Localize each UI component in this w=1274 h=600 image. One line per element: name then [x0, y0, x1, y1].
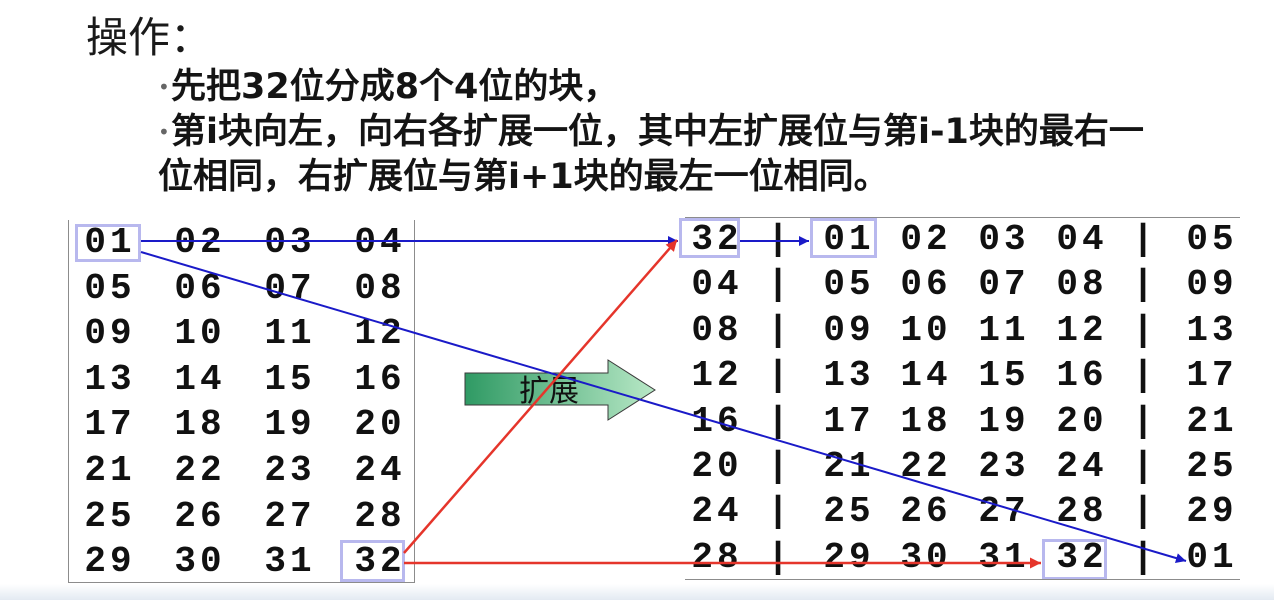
block-bit-cell: 01: [823, 219, 875, 260]
input-bit-cell: 17: [84, 404, 136, 446]
bullet-text: 第i块向左，向右各扩展一位，其中左扩展位与第i-1块的最右一: [171, 112, 1144, 152]
bullet-glyph: •: [158, 120, 170, 144]
block-separator: |: [767, 309, 793, 351]
block-bit-cell: 31: [978, 536, 1030, 578]
block-bit-cell: 27: [978, 491, 1030, 533]
input-bit-cell: 18: [174, 404, 226, 446]
expansion-bit-cell: 29: [1186, 491, 1238, 533]
wrap-arrow-line-red: [403, 239, 678, 554]
bullet-text: 位相同，右扩展位与第i+1块的最左一位相同。: [158, 157, 889, 197]
input-bit-cell: 08: [354, 267, 406, 309]
block-bit-cell: 07: [978, 264, 1030, 306]
block-bit-cell: 11: [978, 309, 1030, 351]
input-bit-cell: 09: [84, 313, 136, 355]
input-bit-cell: 31: [264, 541, 316, 583]
bullet-item: •第i块向左，向右各扩展一位，其中左扩展位与第i-1块的最右一: [158, 110, 1268, 155]
block-bit-cell: 14: [900, 355, 952, 397]
input-bit-cell: 06: [174, 267, 226, 309]
bullet-continuation-line: 位相同，右扩展位与第i+1块的最左一位相同。: [158, 155, 1268, 200]
expansion-bit-cell: 21: [1186, 400, 1238, 442]
input-bit-cell: 32: [354, 541, 406, 583]
block-separator: |: [767, 446, 793, 487]
block-bit-cell: 09: [823, 309, 875, 351]
input-bit-cell: 24: [354, 450, 406, 491]
input-bit-cell: 21: [84, 450, 136, 491]
expansion-bit-cell: 17: [1186, 355, 1238, 397]
input-bit-cell: 14: [174, 358, 226, 400]
expansion-bit-cell: 01: [1186, 536, 1238, 578]
block-bit-cell: 15: [978, 355, 1030, 397]
block-bit-cell: 13: [823, 355, 875, 397]
block-bit-cell: 23: [978, 446, 1030, 487]
block-separator: |: [767, 536, 793, 578]
input-bit-cell: 05: [84, 267, 136, 309]
input-bit-cell: 16: [354, 358, 406, 400]
block-bit-cell: 19: [978, 400, 1030, 442]
input-bit-cell: 07: [264, 267, 316, 309]
input-bit-cell: 22: [174, 450, 226, 491]
slide: 操作： •先把32位分成8个4位的块， •第i块向左，向右各扩展一位，其中左扩展…: [0, 0, 1274, 600]
input-bit-cell: 12: [354, 313, 406, 355]
input-bit-cell: 13: [84, 358, 136, 400]
expansion-bit-cell: 25: [1186, 446, 1238, 487]
expand-arrow-shape: [464, 359, 656, 421]
input-bit-cell: 30: [174, 541, 226, 583]
block-bit-cell: 29: [823, 536, 875, 578]
block-bit-cell: 18: [900, 400, 952, 442]
input-bit-cell: 26: [174, 495, 226, 537]
bullet-item: •先把32位分成8个4位的块，: [158, 65, 1268, 110]
slide-footer-band: [0, 584, 1274, 600]
input-bit-cell: 27: [264, 495, 316, 537]
expand-arrow: 扩展: [464, 359, 656, 421]
input-bit-cell: 03: [264, 222, 316, 263]
block-bit-cell: 26: [900, 491, 952, 533]
expansion-bit-cell: 05: [1186, 219, 1238, 260]
block-bit-cell: 22: [900, 446, 952, 487]
input-32bit-table: 01 02 03 04 05 06 07 08 09 10 11 12 13 14 15 16 17 18 19 20…: [68, 220, 415, 583]
expanded-48bit-table: 32 | 01 02 03 04 | 05 04 | 05 06 07 08 | 09 08 | 09 10 11 12 |…: [685, 217, 1240, 580]
expansion-bit-cell: 13: [1186, 309, 1238, 351]
block-bit-cell: 30: [900, 536, 952, 578]
input-bit-cell: 02: [174, 222, 226, 263]
block-separator: |: [767, 491, 793, 533]
block-bit-cell: 10: [900, 309, 952, 351]
block-bit-cell: 03: [978, 219, 1030, 260]
input-bit-cell: 29: [84, 541, 136, 583]
input-bit-cell: 25: [84, 495, 136, 537]
block-bit-cell: 21: [823, 446, 875, 487]
bullet-glyph: •: [158, 75, 170, 99]
input-bit-cell: 20: [354, 404, 406, 446]
expand-arrow-label: 扩展: [519, 374, 579, 409]
block-bit-cell: 05: [823, 264, 875, 306]
block-separator: |: [767, 355, 793, 397]
slide-title: 操作：: [86, 13, 213, 62]
block-bit-cell: 25: [823, 491, 875, 533]
input-bit-cell: 15: [264, 358, 316, 400]
block-separator: |: [767, 400, 793, 442]
block-bit-cell: 17: [823, 400, 875, 442]
block-separator: |: [767, 264, 793, 306]
input-bit-cell: 23: [264, 450, 316, 491]
input-bit-cell: 28: [354, 495, 406, 537]
block-separator: |: [767, 219, 793, 260]
block-bit-cell: 02: [900, 219, 952, 260]
input-bit-cell: 11: [264, 313, 316, 355]
block-bit-cell: 06: [900, 264, 952, 306]
expansion-bit-cell: 09: [1186, 264, 1238, 306]
bullet-text: 先把32位分成8个4位的块，: [171, 67, 619, 107]
input-bit-cell: 10: [174, 313, 226, 355]
input-bit-cell: 01: [84, 222, 136, 263]
bullet-list: •先把32位分成8个4位的块， •第i块向左，向右各扩展一位，其中左扩展位与第i…: [158, 65, 1268, 200]
input-bit-cell: 19: [264, 404, 316, 446]
input-bit-cell: 04: [354, 222, 406, 263]
